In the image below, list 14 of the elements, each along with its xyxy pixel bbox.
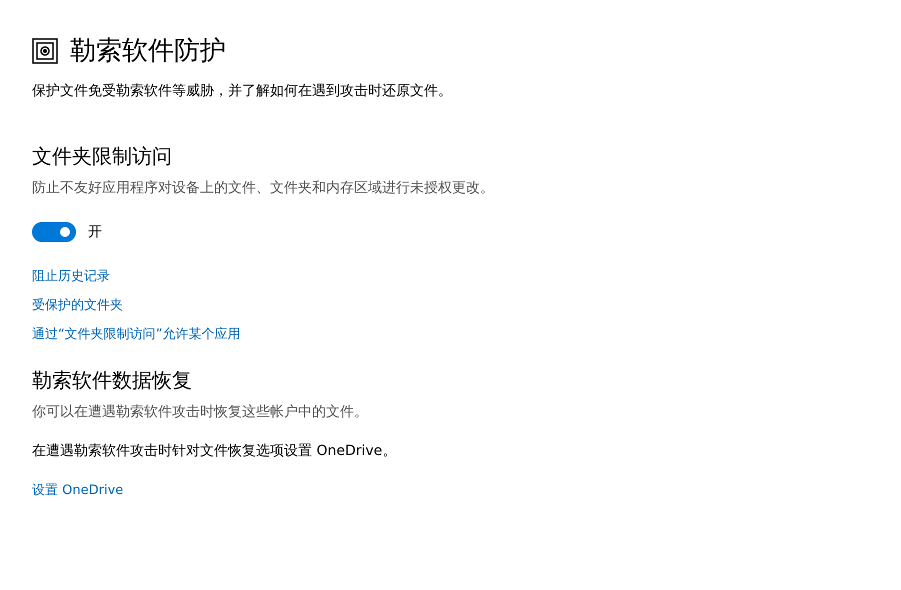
toggle-label: 开 (88, 223, 102, 241)
info-text: 在遭遇勒索软件攻击时针对文件恢复选项设置 OneDrive。 (32, 442, 396, 460)
page-title: 勒索软件防护 (70, 35, 226, 68)
section-heading: 勒索软件数据恢复 (32, 367, 192, 394)
section-heading: 文件夹限制访问 (32, 143, 172, 170)
safe-icon (32, 38, 58, 64)
link[interactable]: 受保护的文件夹 (32, 297, 240, 315)
section-description: 你可以在遭遇勒索软件攻击时恢复这些帐户中的文件。 (32, 403, 368, 422)
link[interactable]: 通过“文件夹限制访问”允许某个应用 (32, 326, 240, 344)
page-description: 保护文件免受勒索软件等威胁，并了解如何在遇到攻击时还原文件。 (32, 82, 452, 100)
section-description: 防止不友好应用程序对设备上的文件、文件夹和内存区域进行未授权更改。 (32, 179, 495, 198)
toggle-switch[interactable] (32, 222, 76, 242)
link[interactable]: 设置 OneDrive (32, 482, 124, 500)
link[interactable]: 阻止历史记录 (32, 268, 240, 286)
